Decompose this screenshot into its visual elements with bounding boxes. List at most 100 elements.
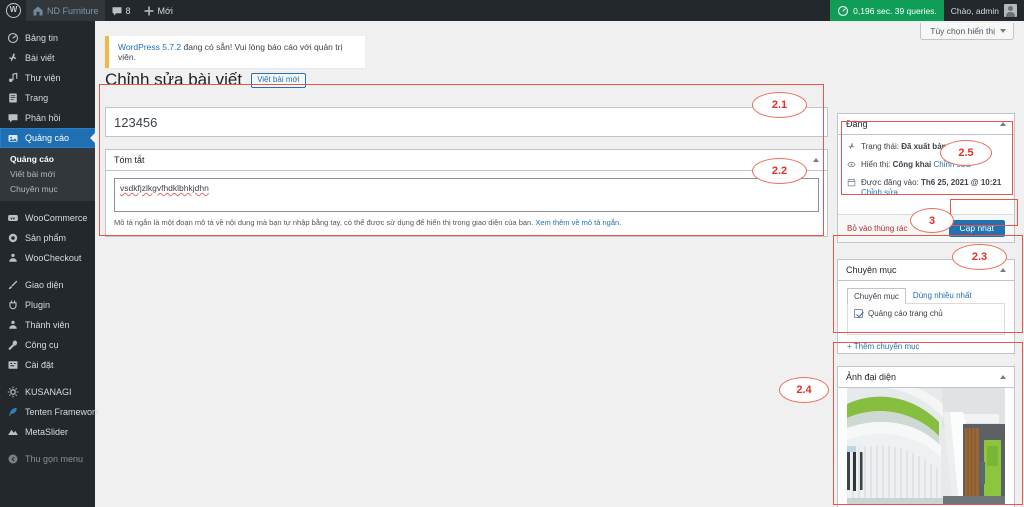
sidebar-label: Trang — [25, 93, 49, 103]
sidebar-label: WooCommerce — [25, 213, 88, 223]
wordpress-admin-screen: ND Furniture 8 Mới 0,196 s — [0, 0, 1024, 507]
chevron-up-icon[interactable] — [1000, 268, 1006, 272]
page-title: Chỉnh sửa bài viết — [105, 70, 243, 89]
tab-all-categories[interactable]: Chuyên mục — [847, 288, 906, 304]
sidebar-item-kusanagi[interactable]: KUSANAGI — [0, 382, 95, 402]
sidebar-label: KUSANAGI — [25, 387, 72, 397]
sidebar-item-plugin[interactable]: Plugin — [0, 295, 95, 315]
sidebar-item-woocommerce[interactable]: WooCommerce — [0, 208, 95, 228]
admin-bar-new[interactable]: Mới — [137, 0, 179, 21]
settings-icon — [8, 361, 18, 369]
excerpt-metabox: Tóm tắt vsdkfjzlkgvfhdklbhkjdhn Mô tả ng… — [105, 149, 828, 237]
sidebar-separator-3 — [0, 375, 95, 382]
sidebar-separator-4 — [0, 442, 95, 449]
sidebar-item-bai-viet[interactable]: Bài viết — [0, 48, 95, 68]
sidebar-item-cong-cu[interactable]: Công cụ — [0, 335, 95, 355]
admin-sidebar: Bảng tin Bài viết Thư viện Trang Phản hồ… — [0, 21, 100, 507]
notice-version-link[interactable]: WordPress 5.7.2 — [118, 42, 181, 52]
publish-date-text: Được đăng vào: Th6 25, 2021 @ 10:21 Chỉn… — [861, 178, 1005, 200]
wordpress-logo-icon[interactable] — [6, 3, 21, 18]
excerpt-textarea[interactable]: vsdkfjzlkgvfhdklbhkjdhn — [114, 178, 819, 212]
pin-icon — [8, 53, 17, 62]
sidebar-label: Quảng cáo — [25, 133, 70, 143]
performance-text: 0,196 sec. 39 queries. — [853, 5, 937, 16]
site-name-label: ND Furniture — [47, 5, 99, 16]
sidebar-spacer-top — [0, 21, 95, 28]
chevron-up-icon[interactable] — [1000, 122, 1006, 126]
tab-most-used[interactable]: Dùng nhiều nhất — [906, 287, 979, 303]
publish-metabox-header[interactable]: Đăng — [838, 114, 1014, 135]
sidebar-label: Tenten Framework — [25, 407, 100, 417]
sidebar-item-giao-dien[interactable]: Giao diện — [0, 275, 95, 295]
sidebar-item-thu-gon-menu[interactable]: Thu gọn menu — [0, 449, 95, 469]
chevron-down-icon — [1000, 29, 1006, 33]
submenu-item-quang-cao[interactable]: Quảng cáo — [0, 151, 95, 166]
excerpt-metabox-header[interactable]: Tóm tắt — [106, 150, 827, 171]
featured-image-metabox-header[interactable]: Ảnh đại diện — [838, 367, 1014, 388]
sidebar-item-san-pham[interactable]: Sản phẩm — [0, 228, 95, 248]
category-item[interactable]: Quảng cáo trang chủ — [854, 309, 998, 318]
publish-date-edit-link[interactable]: Chỉnh sửa — [861, 188, 898, 197]
dashboard-icon — [7, 32, 19, 44]
sidebar-item-tenten-framework[interactable]: Tenten Framework — [0, 402, 100, 422]
update-notice: WordPress 5.7.2 đang có sẵn! Vui lòng bá… — [105, 36, 365, 68]
annotation-bubble-2-2: 2.2 — [752, 158, 807, 184]
post-title-box — [105, 107, 828, 137]
checkout-icon — [9, 253, 17, 262]
plugin-icon — [9, 300, 17, 310]
media-icon — [8, 72, 18, 83]
move-to-trash-link[interactable]: Bỏ vào thùng rác — [847, 224, 907, 233]
sidebar-item-metaslider[interactable]: MetaSlider — [0, 422, 95, 442]
publish-date-label: Được đăng vào: — [861, 177, 919, 187]
publish-visibility-value: Công khai — [892, 159, 932, 169]
submenu-item-chuyen-muc[interactable]: Chuyên mục — [0, 181, 95, 196]
sidebar-submenu-quang-cao: Quảng cáo Viết bài mới Chuyên mục — [0, 148, 95, 201]
woocommerce-icon — [8, 215, 18, 221]
performance-badge[interactable]: 0,196 sec. 39 queries. — [830, 0, 944, 21]
excerpt-text: vsdkfjzlkgvfhdklbhkjdhn — [120, 183, 209, 193]
slider-icon — [8, 429, 18, 435]
screen-options-button[interactable]: Tùy chọn hiển thị — [920, 23, 1014, 40]
admin-bar-left: ND Furniture 8 Mới — [0, 0, 179, 21]
sidebar-item-quang-cao[interactable]: Quảng cáo — [0, 128, 95, 148]
sidebar-label: MetaSlider — [25, 427, 69, 437]
featured-image-thumbnail[interactable] — [847, 388, 1005, 505]
sidebar-label: Phản hồi — [25, 113, 61, 123]
sidebar-item-cai-dat[interactable]: Cài đặt — [0, 355, 95, 375]
update-button[interactable]: Cập nhật — [948, 219, 1005, 237]
sidebar-label: Bài viết — [25, 53, 55, 63]
chevron-up-icon[interactable] — [813, 158, 819, 162]
chevron-up-icon[interactable] — [1000, 375, 1006, 379]
add-new-post-button[interactable]: Viết bài mới — [251, 72, 306, 88]
add-new-category-link[interactable]: + Thêm chuyên mục — [838, 335, 1014, 351]
post-title-input[interactable] — [114, 114, 819, 130]
sidebar-label: Sản phẩm — [25, 233, 67, 243]
sidebar-item-thanh-vien[interactable]: Thành viên — [0, 315, 95, 335]
sidebar-item-woocheckout[interactable]: WooCheckout — [0, 248, 95, 268]
speed-gauge-icon — [838, 5, 849, 16]
sidebar-separator-1 — [0, 201, 95, 208]
comments-count: 8 — [125, 5, 131, 16]
excerpt-heading: Tóm tắt — [114, 155, 145, 165]
sidebar-item-phan-hoi[interactable]: Phản hồi — [0, 108, 95, 128]
sidebar-item-thu-vien[interactable]: Thư viện — [0, 68, 95, 88]
admin-bar-comments[interactable]: 8 — [105, 0, 137, 21]
products-icon — [8, 233, 18, 243]
home-icon — [33, 6, 43, 15]
featured-image-heading: Ảnh đại diện — [846, 372, 897, 382]
excerpt-help-link[interactable]: Xem thêm về mô tả ngắn. — [535, 218, 621, 227]
sidebar-item-trang[interactable]: Trang — [0, 88, 95, 108]
sidebar-item-bang-tin[interactable]: Bảng tin — [0, 28, 95, 48]
admin-bar-howdy[interactable]: Chào, admin — [944, 0, 1024, 21]
excerpt-body: vsdkfjzlkgvfhdklbhkjdhn — [106, 171, 827, 212]
sidebar-label: Bảng tin — [25, 33, 59, 43]
admin-bar-site-name[interactable]: ND Furniture — [26, 0, 105, 21]
sidebar-label: Plugin — [25, 300, 51, 310]
categories-heading: Chuyên mục — [846, 265, 897, 275]
publish-date-row: Được đăng vào: Th6 25, 2021 @ 10:21 Chỉn… — [847, 178, 1005, 200]
page-header: Chỉnh sửa bài viết Viết bài mới — [105, 70, 306, 90]
categories-metabox: Chuyên mục Chuyên mục Dùng nhiều nhất Qu… — [837, 259, 1015, 354]
megaphone-icon — [8, 135, 18, 142]
category-checkbox[interactable] — [854, 309, 863, 318]
submenu-item-viet-bai-moi[interactable]: Viết bài mới — [0, 166, 95, 181]
